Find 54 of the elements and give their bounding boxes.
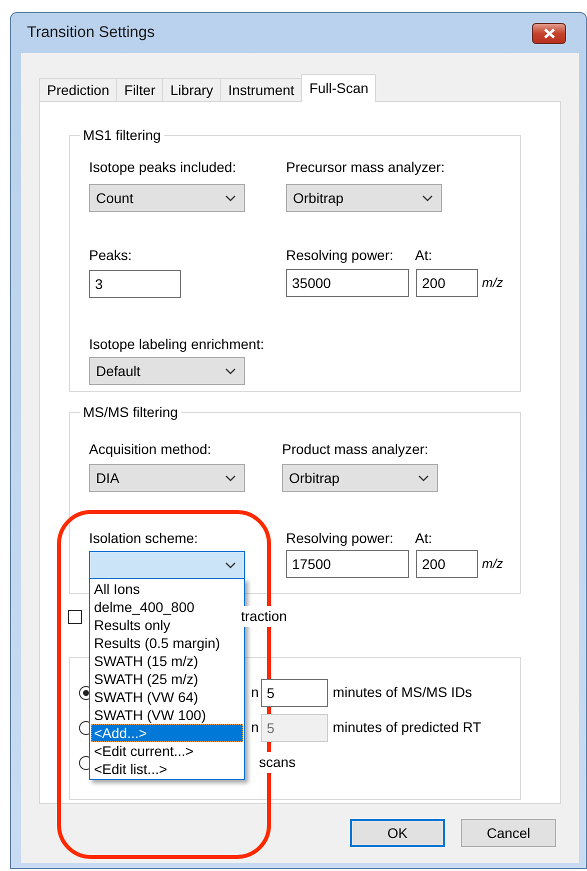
- field-suffix: minutes of MS/MS IDs: [332, 683, 472, 702]
- checkbox-label: traction: [241, 606, 287, 627]
- dropdown-option[interactable]: Results only: [91, 616, 243, 634]
- checkbox[interactable]: [68, 610, 82, 624]
- close-icon: [542, 28, 556, 38]
- dropdown[interactable]: Count: [89, 184, 245, 212]
- dialog-button[interactable]: OK: [350, 819, 445, 847]
- window-title: Transition Settings: [27, 23, 155, 44]
- field-label: Resolving power:: [286, 529, 394, 548]
- dropdown-option[interactable]: Results (0.5 margin): [91, 634, 243, 652]
- dropdown[interactable]: DIA: [89, 464, 245, 492]
- dropdown[interactable]: Default: [89, 357, 245, 385]
- dialog-button[interactable]: Cancel: [461, 819, 556, 847]
- text-field[interactable]: 5: [260, 678, 328, 706]
- field-label: Peaks:: [89, 246, 132, 265]
- tab[interactable]: Library: [162, 78, 222, 101]
- tab[interactable]: Full-Scan: [301, 74, 376, 102]
- dropdown-option[interactable]: All Ions: [91, 580, 243, 598]
- unit-label: m/z: [482, 274, 503, 292]
- tab[interactable]: Prediction: [39, 78, 118, 101]
- radio-label: scans: [259, 752, 296, 773]
- field-label: Product mass analyzer:: [282, 440, 428, 459]
- dropdown-option[interactable]: SWATH (VW 64): [91, 688, 243, 706]
- field-label: Isotope peaks included:: [89, 158, 236, 177]
- dropdown[interactable]: [89, 551, 245, 579]
- dropdown-option[interactable]: <Add...>: [91, 724, 243, 742]
- field-label: At:: [415, 529, 432, 548]
- text-field[interactable]: 200: [416, 550, 478, 578]
- dropdown-option[interactable]: <Edit current...>: [91, 742, 243, 760]
- dropdown-option[interactable]: SWATH (VW 100): [91, 706, 243, 724]
- text-field[interactable]: 17500: [286, 550, 409, 578]
- dropdown[interactable]: Orbitrap: [286, 184, 442, 212]
- chevron-down-icon: [418, 474, 429, 482]
- text-field[interactable]: 35000: [286, 269, 409, 297]
- chevron-down-icon: [225, 474, 236, 482]
- dropdown-option[interactable]: SWATH (15 m/z): [91, 652, 243, 670]
- unit-label: m/z: [482, 555, 503, 574]
- field-label: Precursor mass analyzer:: [286, 158, 445, 177]
- field-label: Resolving power:: [286, 246, 394, 265]
- field-label: Acquisition method:: [89, 440, 212, 459]
- field-suffix: minutes of predicted RT: [332, 718, 482, 737]
- field-label: Isotope labeling enrichment:: [89, 335, 264, 354]
- chevron-down-icon: [225, 194, 236, 202]
- text-field[interactable]: 3: [89, 270, 181, 298]
- chevron-down-icon: [225, 368, 236, 374]
- dropdown[interactable]: Orbitrap: [282, 464, 438, 492]
- close-button[interactable]: [532, 22, 566, 44]
- field-label: Isolation scheme:: [89, 529, 198, 548]
- text-field[interactable]: 200: [416, 269, 478, 297]
- dropdown-option[interactable]: <Edit list...>: [91, 760, 243, 778]
- chevron-down-icon: [422, 194, 433, 202]
- dropdown-option[interactable]: SWATH (25 m/z): [91, 670, 243, 688]
- field-label: At:: [415, 246, 432, 265]
- chevron-down-icon: [225, 562, 236, 568]
